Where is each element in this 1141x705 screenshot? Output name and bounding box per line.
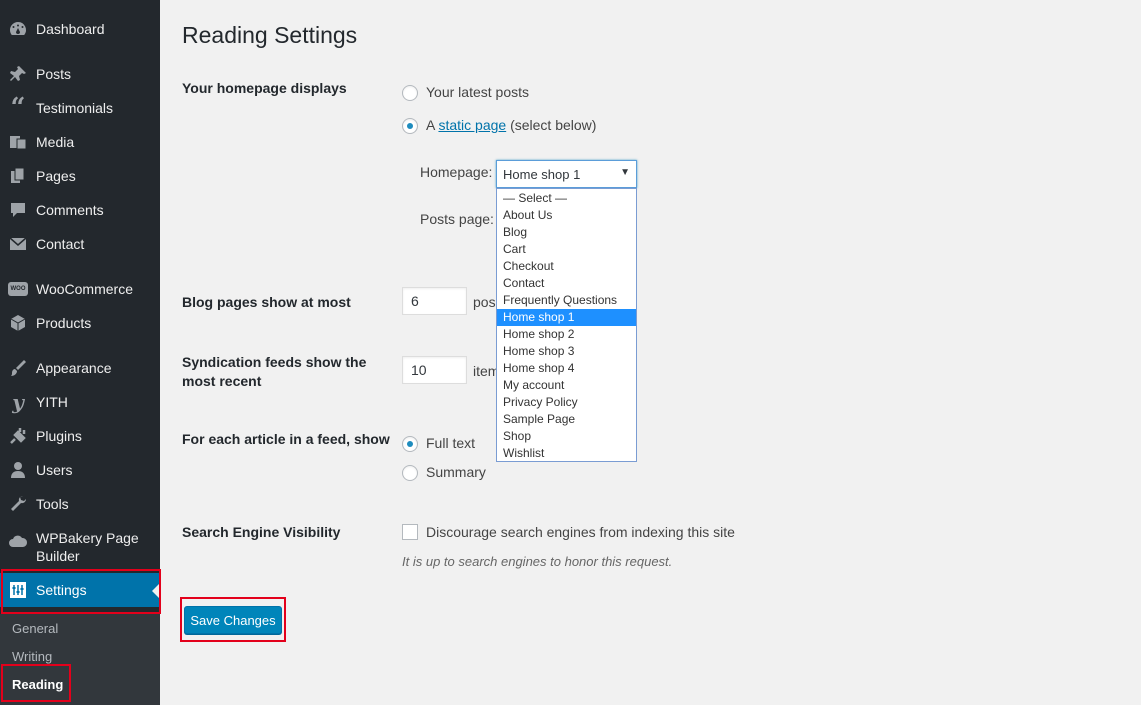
dropdown-option[interactable]: Contact xyxy=(497,275,636,292)
sidebar-item-wpbakery[interactable]: WPBakery Page Builder xyxy=(0,529,160,565)
sidebar-item-label: Appearance xyxy=(36,360,112,376)
dropdown-option[interactable]: — Select — xyxy=(497,190,636,207)
sidebar-item-label: Users xyxy=(36,462,73,478)
search-visibility-label: Search Engine Visibility xyxy=(182,524,341,540)
static-prefix: A xyxy=(426,117,435,133)
dropdown-option[interactable]: Blog xyxy=(497,224,636,241)
static-page-link[interactable]: static page xyxy=(438,117,506,133)
full-text-label: Full text xyxy=(426,435,476,451)
sidebar-item-label: Testimonials xyxy=(36,100,114,116)
page-title: Reading Settings xyxy=(182,22,358,48)
dropdown-option[interactable]: My account xyxy=(497,377,636,394)
sidebar-item-label: Settings xyxy=(36,582,87,598)
dropdown-option[interactable]: Checkout xyxy=(497,258,636,275)
homepage-select[interactable]: Home shop 1 ▼ xyxy=(496,160,637,188)
radio-summary[interactable] xyxy=(402,465,418,481)
box-icon xyxy=(8,313,28,333)
sidebar-item-settings[interactable]: Settings xyxy=(0,573,160,607)
dropdown-option[interactable]: About Us xyxy=(497,207,636,224)
sidebar-item-comments[interactable]: Comments xyxy=(0,193,160,227)
mail-icon xyxy=(8,234,28,254)
sidebar-item-products[interactable]: Products xyxy=(0,306,160,340)
settings-icon xyxy=(8,580,28,600)
submenu-item-writing[interactable]: Writing xyxy=(12,649,52,664)
dropdown-option[interactable]: Home shop 3 xyxy=(497,343,636,360)
sidebar-item-posts[interactable]: Posts xyxy=(0,57,160,91)
submenu-item-general[interactable]: General xyxy=(12,621,58,636)
dropdown-arrow-icon: ▼ xyxy=(620,167,630,178)
static-suffix: (select below) xyxy=(510,117,597,133)
sidebar-item-label: Pages xyxy=(36,168,76,184)
dropdown-option[interactable]: Shop xyxy=(497,428,636,445)
feed-article-label: For each article in a feed, show xyxy=(182,431,390,447)
radio-full-text[interactable] xyxy=(402,436,418,452)
dashboard-icon xyxy=(8,19,28,39)
sidebar-item-pages[interactable]: Pages xyxy=(0,159,160,193)
homepage-select-value: Home shop 1 xyxy=(503,167,581,182)
dropdown-option[interactable]: Home shop 1 xyxy=(497,309,636,326)
sidebar-item-label: YITH xyxy=(36,394,68,410)
sidebar-item-label: Products xyxy=(36,315,92,331)
homepage-dropdown-list: — Select — About Us Blog Cart Checkout Contac… xyxy=(496,188,637,462)
brush-icon xyxy=(8,358,28,378)
media-icon xyxy=(8,132,28,152)
search-visibility-description: It is up to search engines to honor this… xyxy=(402,554,673,569)
sidebar-item-contact[interactable]: Contact xyxy=(0,227,160,261)
dropdown-option[interactable]: Frequently Questions xyxy=(497,292,636,309)
static-page-label: A static page (select below) xyxy=(426,117,596,133)
sidebar-item-label: Media xyxy=(36,134,75,150)
wrench-icon xyxy=(8,494,28,514)
latest-posts-label: Your latest posts xyxy=(426,84,529,100)
dropdown-option[interactable]: Wishlist xyxy=(497,445,636,462)
quote-icon: “ xyxy=(10,93,26,123)
sidebar-item-plugins[interactable]: Plugins xyxy=(0,419,160,453)
homepage-select-label: Homepage: xyxy=(420,164,493,180)
dropdown-option[interactable]: Sample Page xyxy=(497,411,636,428)
blog-pages-unit: pos xyxy=(473,294,496,310)
summary-label: Summary xyxy=(426,464,486,480)
sidebar-item-label: WooCommerce xyxy=(36,281,133,297)
discourage-search-checkbox[interactable] xyxy=(402,524,418,540)
pin-icon xyxy=(8,64,28,84)
blog-pages-input[interactable] xyxy=(402,287,467,315)
user-icon xyxy=(8,460,28,480)
posts-page-select-label: Posts page: xyxy=(420,211,494,227)
settings-submenu: General Writing Reading xyxy=(0,614,160,705)
sidebar-item-yith[interactable]: y YITH xyxy=(0,385,160,419)
sidebar-item-tools[interactable]: Tools xyxy=(0,487,160,521)
radio-static-page[interactable] xyxy=(402,118,418,134)
radio-latest-posts[interactable] xyxy=(402,85,418,101)
yith-icon: y xyxy=(12,390,24,414)
plug-icon xyxy=(8,426,28,446)
dropdown-option[interactable]: Cart xyxy=(497,241,636,258)
save-changes-button[interactable]: Save Changes xyxy=(184,606,282,634)
submenu-item-reading[interactable]: Reading xyxy=(12,677,63,692)
pages-icon xyxy=(8,166,28,186)
sidebar-item-label: Dashboard xyxy=(36,21,105,37)
sidebar-item-media[interactable]: Media xyxy=(0,125,160,159)
discourage-search-label: Discourage search engines from indexing … xyxy=(426,524,735,540)
syndication-label: Syndication feeds show the most recent xyxy=(182,354,367,389)
sidebar-item-users[interactable]: Users xyxy=(0,453,160,487)
sidebar-item-label: Posts xyxy=(36,66,72,82)
dropdown-option[interactable]: Home shop 4 xyxy=(497,360,636,377)
sidebar-item-woocommerce[interactable]: WOO WooCommerce xyxy=(0,272,160,306)
sidebar-item-testimonials[interactable]: “ Testimonials xyxy=(0,91,160,125)
dropdown-option[interactable]: Privacy Policy xyxy=(497,394,636,411)
woo-icon: WOO xyxy=(8,279,28,299)
comment-icon xyxy=(8,200,28,220)
homepage-displays-label: Your homepage displays xyxy=(182,80,347,96)
sidebar-item-dashboard[interactable]: Dashboard xyxy=(0,12,160,46)
admin-sidebar: Dashboard Posts “ Testimonials Media Pag… xyxy=(0,0,160,705)
sidebar-item-label: Plugins xyxy=(36,428,82,444)
syndication-input[interactable] xyxy=(402,356,467,384)
sidebar-item-label: WPBakery Page Builder xyxy=(36,530,139,564)
blog-pages-label: Blog pages show at most xyxy=(182,294,351,310)
sidebar-item-label: Comments xyxy=(36,202,104,218)
dropdown-option[interactable]: Home shop 2 xyxy=(497,326,636,343)
sidebar-item-label: Contact xyxy=(36,236,85,252)
cloud-icon xyxy=(8,532,28,552)
sidebar-item-appearance[interactable]: Appearance xyxy=(0,351,160,385)
sidebar-item-label: Tools xyxy=(36,496,69,512)
